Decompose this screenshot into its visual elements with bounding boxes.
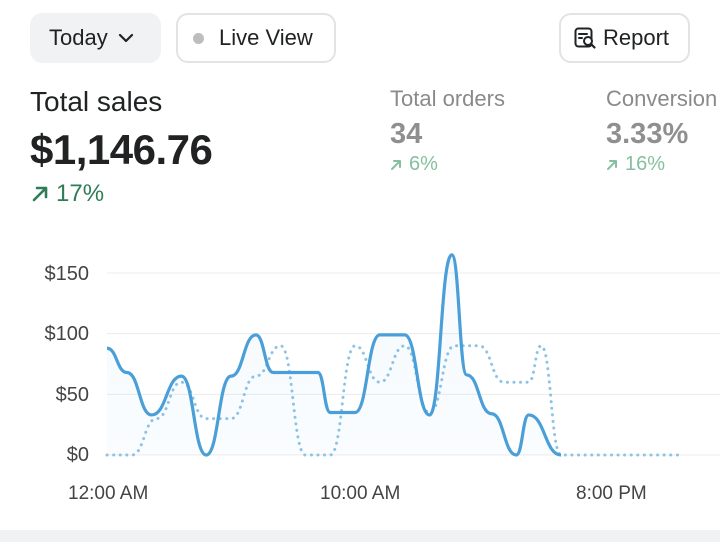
y-tick-label: $100 xyxy=(44,323,90,345)
footer-divider xyxy=(0,530,720,542)
y-tick-label: $0 xyxy=(66,444,89,466)
y-tick-label: $150 xyxy=(44,263,90,285)
x-tick-label: 10:00 AM xyxy=(320,483,401,504)
x-tick-label: 12:00 AM xyxy=(68,483,149,504)
sales-chart[interactable] xyxy=(0,0,720,542)
y-tick-label: $50 xyxy=(55,384,89,406)
series-area-today xyxy=(107,254,561,455)
x-tick-label: 8:00 PM xyxy=(576,483,647,504)
